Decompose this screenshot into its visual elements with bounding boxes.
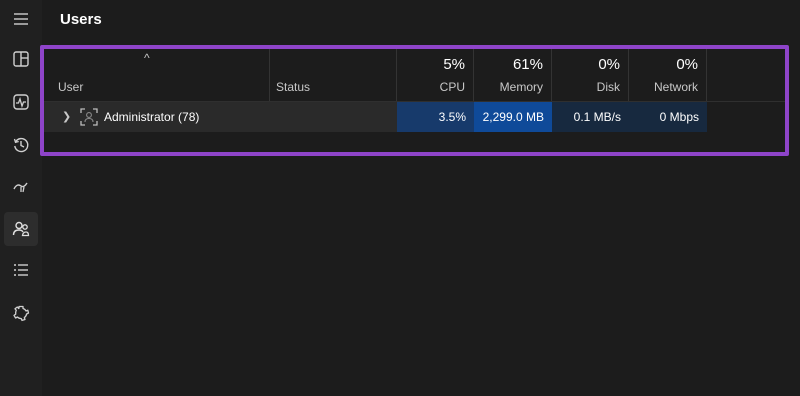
status-cell bbox=[270, 102, 397, 132]
details-icon bbox=[14, 264, 28, 276]
main-content: Users ^ User Status 5% CPU 61% Memory 0%… bbox=[40, 0, 800, 396]
column-label-status: Status bbox=[276, 80, 311, 94]
network-cell: 0 Mbps bbox=[629, 102, 707, 132]
startup-apps-icon bbox=[13, 182, 28, 193]
nav-services[interactable] bbox=[4, 296, 38, 330]
column-label-disk: Disk bbox=[596, 80, 620, 94]
table-row[interactable]: ❯ Administrator (78) 3.5% 2,299.0 MB 0.1… bbox=[44, 101, 789, 132]
hamburger-menu-button[interactable] bbox=[4, 2, 38, 36]
user-cell: ❯ Administrator (78) bbox=[44, 102, 270, 132]
column-header-status[interactable]: Status bbox=[270, 49, 397, 101]
column-header-disk[interactable]: 0% Disk bbox=[552, 49, 629, 101]
disk-cell: 0.1 MB/s bbox=[552, 102, 629, 132]
memory-cell: 2,299.0 MB bbox=[474, 102, 552, 132]
app-history-icon bbox=[13, 137, 29, 153]
cpu-total-percent: 5% bbox=[443, 56, 465, 73]
column-header-user[interactable]: ^ User bbox=[44, 49, 270, 101]
column-label-network: Network bbox=[653, 80, 698, 94]
nav-details[interactable] bbox=[4, 253, 38, 287]
page-title: Users bbox=[60, 11, 102, 28]
memory-total-percent: 61% bbox=[512, 56, 543, 73]
table-header-row: ^ User Status 5% CPU 61% Memory 0% Disk … bbox=[44, 49, 789, 101]
user-name: Administrator (78) bbox=[104, 110, 200, 124]
nav-app-history[interactable] bbox=[4, 128, 38, 162]
users-icon bbox=[12, 221, 30, 237]
column-header-network[interactable]: 0% Network bbox=[629, 49, 707, 101]
column-header-cpu[interactable]: 5% CPU bbox=[397, 49, 474, 101]
column-label-memory: Memory bbox=[499, 80, 543, 94]
disk-total-percent: 0% bbox=[598, 56, 620, 73]
sort-ascending-icon: ^ bbox=[144, 51, 150, 65]
column-label-cpu: CPU bbox=[439, 80, 465, 94]
hamburger-menu-icon bbox=[14, 13, 28, 25]
network-total-percent: 0% bbox=[676, 56, 698, 73]
cpu-cell: 3.5% bbox=[397, 102, 474, 132]
navigation-sidebar bbox=[0, 0, 42, 396]
services-icon bbox=[13, 305, 30, 322]
performance-icon bbox=[13, 94, 29, 110]
nav-startup-apps[interactable] bbox=[4, 170, 38, 204]
expand-chevron-icon[interactable]: ❯ bbox=[62, 102, 71, 132]
user-account-icon bbox=[80, 108, 98, 126]
nav-users[interactable] bbox=[4, 212, 38, 246]
nav-processes[interactable] bbox=[4, 42, 38, 76]
nav-performance[interactable] bbox=[4, 85, 38, 119]
processes-icon bbox=[13, 51, 29, 67]
column-header-memory[interactable]: 61% Memory bbox=[474, 49, 552, 101]
users-table: ^ User Status 5% CPU 61% Memory 0% Disk … bbox=[44, 49, 789, 132]
column-label-user: User bbox=[58, 80, 84, 94]
